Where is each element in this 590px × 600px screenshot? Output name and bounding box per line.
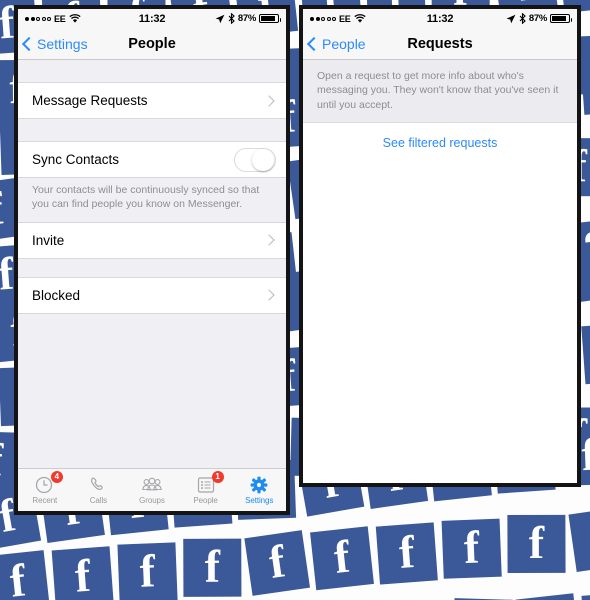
facebook-logo-tile: f bbox=[581, 591, 590, 600]
bluetooth-icon bbox=[519, 13, 526, 24]
signal-strength-icon bbox=[25, 16, 51, 21]
status-bar-left: EE 11:32 87% bbox=[18, 9, 286, 28]
clock-icon: 4 bbox=[34, 471, 63, 495]
clock-label: 11:32 bbox=[138, 12, 166, 25]
row-label: Invite bbox=[32, 232, 65, 248]
chevron-right-icon bbox=[263, 94, 275, 107]
back-button-label: Settings bbox=[37, 35, 88, 52]
tab-bar: 4 Recent Calls Groups 1 People Settings bbox=[18, 468, 286, 511]
wifi-icon bbox=[353, 13, 366, 23]
battery-icon bbox=[259, 14, 281, 23]
tab-label: People bbox=[193, 496, 218, 505]
signal-strength-icon bbox=[310, 16, 336, 21]
facebook-logo-tile: f bbox=[581, 322, 590, 385]
carrier-label: EE bbox=[54, 13, 66, 24]
badge-count: 4 bbox=[50, 471, 63, 483]
tab-label: Calls bbox=[89, 496, 108, 505]
sync-contacts-footnote: Your contacts will be continuously synce… bbox=[32, 184, 260, 210]
bluetooth-icon bbox=[228, 13, 235, 24]
screen-right: EE 11:32 87% People Requests Open a requ… bbox=[303, 9, 577, 483]
back-button-label: People bbox=[322, 35, 366, 52]
tab-calls[interactable]: Calls bbox=[72, 469, 126, 511]
facebook-logo-tile: f bbox=[568, 506, 590, 573]
tab-people[interactable]: 1 People bbox=[179, 469, 233, 511]
gear-icon bbox=[248, 475, 270, 495]
row-label: Message Requests bbox=[32, 93, 148, 108]
nav-bar-right: People Requests bbox=[303, 28, 577, 60]
status-bar-right: EE 11:32 87% bbox=[303, 9, 577, 28]
row-label: Sync Contacts bbox=[32, 152, 120, 167]
status-bar-right-group: 87% bbox=[453, 13, 572, 24]
screen-left: EE 11:32 87% Settings People Message Req… bbox=[18, 9, 286, 511]
facebook-logo-tile: f bbox=[441, 518, 502, 579]
facebook-logo-tile: f bbox=[117, 542, 178, 600]
facebook-logo-tile: f bbox=[515, 593, 580, 600]
see-filtered-requests-link[interactable]: See filtered requests bbox=[383, 136, 498, 150]
facebook-logo-tile: f bbox=[183, 538, 242, 597]
facebook-logo-tile: f bbox=[51, 546, 114, 600]
facebook-logo-tile: f bbox=[0, 550, 50, 600]
chevron-right-icon bbox=[263, 234, 275, 247]
facebook-logo-tile: f bbox=[507, 514, 566, 574]
tab-groups[interactable]: Groups bbox=[125, 469, 179, 511]
phone-right: EE 11:32 87% People Requests Open a requ… bbox=[299, 5, 581, 487]
facebook-logo-tile: f bbox=[244, 530, 311, 596]
row-sync-contacts[interactable]: Sync Contacts bbox=[18, 141, 286, 178]
row-label: Blocked bbox=[32, 287, 81, 303]
tab-label: Recent bbox=[32, 496, 58, 505]
people-group-icon bbox=[141, 475, 163, 495]
back-button-people[interactable]: People bbox=[303, 36, 366, 52]
phone-left: EE 11:32 87% Settings People Message Req… bbox=[14, 5, 290, 515]
chevron-left-icon bbox=[306, 36, 322, 51]
toggle-knob bbox=[252, 148, 274, 171]
facebook-logo-tile: f bbox=[580, 52, 590, 115]
carrier-label: EE bbox=[339, 13, 351, 24]
list-icon: 1 bbox=[195, 471, 224, 495]
battery-icon bbox=[550, 14, 572, 23]
clock-label: 11:32 bbox=[426, 12, 454, 25]
status-bar-left-group: EE bbox=[310, 14, 427, 24]
wifi-icon bbox=[68, 13, 81, 23]
facebook-logo-tile: f bbox=[310, 526, 374, 591]
row-invite[interactable]: Invite bbox=[18, 221, 286, 259]
filtered-requests-container: See filtered requests bbox=[303, 123, 577, 483]
location-arrow-icon bbox=[215, 14, 225, 23]
chevron-left-icon bbox=[21, 36, 37, 51]
tab-label: Settings bbox=[245, 496, 274, 505]
status-bar-right-group: 87% bbox=[165, 13, 281, 24]
back-button-settings[interactable]: Settings bbox=[18, 36, 88, 52]
row-message-requests[interactable]: Message Requests bbox=[18, 82, 286, 119]
phone-icon bbox=[87, 475, 109, 495]
status-bar-left-group: EE bbox=[25, 14, 139, 24]
settings-list: Message Requests Sync Contacts Your cont… bbox=[18, 60, 286, 468]
tab-recent[interactable]: 4 Recent bbox=[18, 469, 72, 511]
battery-percent-label: 87% bbox=[528, 13, 547, 24]
row-blocked[interactable]: Blocked bbox=[18, 276, 286, 314]
tab-settings[interactable]: Settings bbox=[232, 469, 286, 511]
requests-info-banner: Open a request to get more info about wh… bbox=[303, 60, 577, 124]
battery-percent-label: 87% bbox=[237, 13, 256, 24]
nav-bar-left: Settings People bbox=[18, 28, 286, 60]
location-arrow-icon bbox=[506, 14, 516, 23]
sync-contacts-toggle[interactable] bbox=[234, 147, 276, 172]
facebook-logo-tile: f bbox=[375, 522, 438, 585]
badge-count: 1 bbox=[211, 471, 224, 483]
chevron-right-icon bbox=[263, 289, 275, 302]
tab-label: Groups bbox=[139, 496, 165, 505]
